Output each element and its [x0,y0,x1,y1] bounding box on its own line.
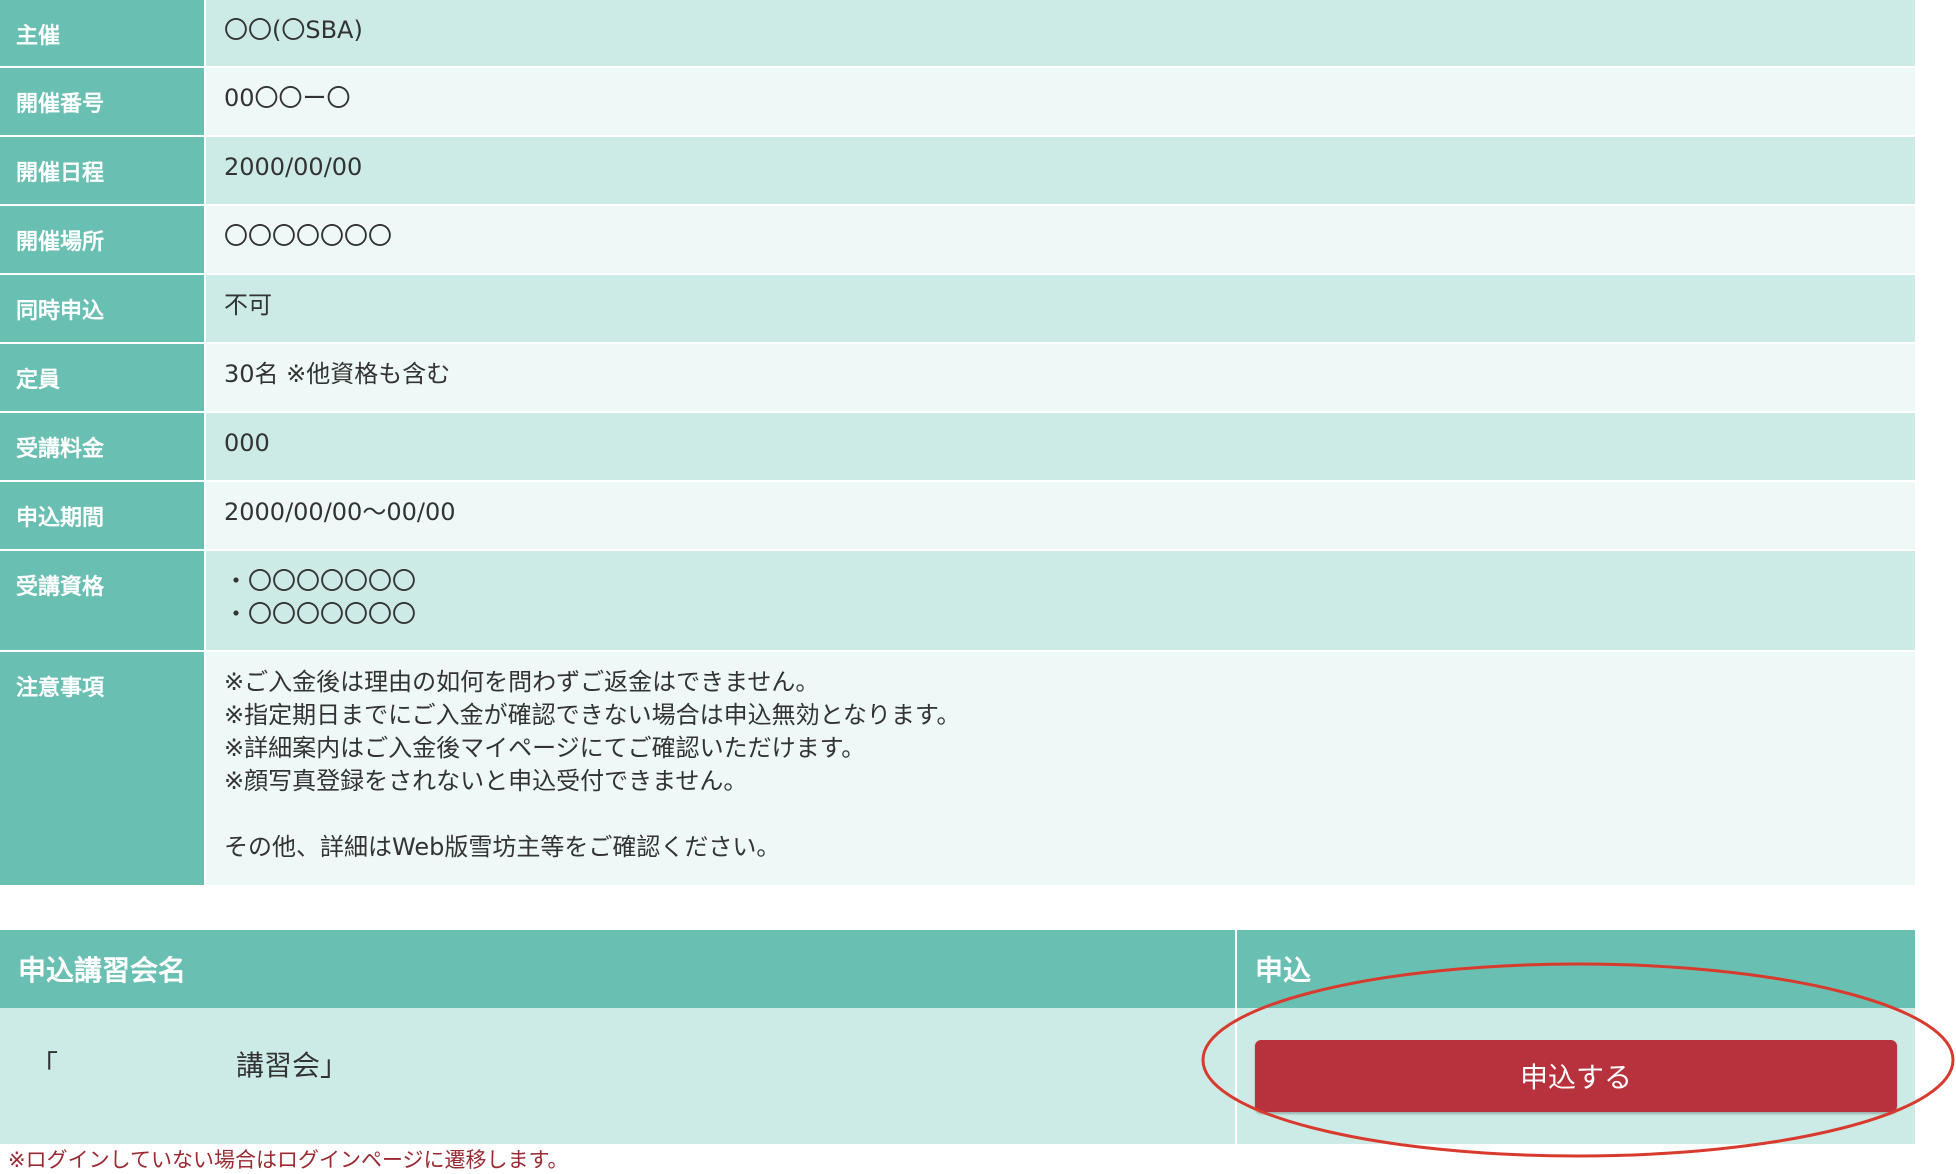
apply-button[interactable]: 申込する [1255,1040,1897,1112]
detail-row-schedule: 開催日程 2000/00/00 [0,136,1915,205]
apply-table: 申込講習会名 申込 「 講習会」 申込する [0,930,1915,1144]
detail-label: 同時申込 [0,274,206,343]
detail-line: ※顔写真登録をされないと申込受付できません。 [224,767,748,795]
detail-row-qualification: 受講資格 ・〇〇〇〇〇〇〇 ・〇〇〇〇〇〇〇 [0,550,1915,651]
detail-value: 00〇〇ー〇 [205,67,1915,136]
detail-value: ※ご入金後は理由の如何を問わずご返金はできません。 ※指定期日までにご入金が確認… [205,651,1915,886]
detail-label: 開催番号 [0,67,206,136]
detail-label: 受講資格 [0,550,206,651]
detail-line: 00〇〇ー〇 [224,84,351,112]
apply-cell: 申込する [1236,1008,1915,1144]
detail-line: ・〇〇〇〇〇〇〇 [224,567,416,595]
detail-line: 不可 [224,291,272,319]
detail-line: ※詳細案内はご入金後マイページにてご確認いただけます。 [224,734,866,762]
apply-table-header: 申込講習会名 申込 [0,930,1915,1008]
detail-value: 30名 ※他資格も含む [205,343,1915,412]
course-name: 「 講習会」 [0,1008,1237,1144]
detail-label: 定員 [0,343,206,412]
detail-label: 開催場所 [0,205,206,274]
detail-value: 〇〇〇〇〇〇〇 [205,205,1915,274]
detail-line: ​ [224,798,1915,831]
detail-line: 〇〇〇〇〇〇〇 [224,222,392,250]
detail-row-organizer: 主催 〇〇(〇SBA) [0,0,1915,67]
detail-value: ・〇〇〇〇〇〇〇 ・〇〇〇〇〇〇〇 [205,550,1915,651]
detail-line: ※ご入金後は理由の如何を問わずご返金はできません。 [224,668,820,696]
detail-row-notes: 注意事項 ※ご入金後は理由の如何を問わずご返金はできません。 ※指定期日までにご… [0,651,1915,886]
detail-label: 受講料金 [0,412,206,481]
apply-table-row: 「 講習会」 申込する [0,1008,1915,1144]
detail-label: 申込期間 [0,481,206,550]
detail-line: 30名 ※他資格も含む [224,360,451,388]
detail-value: 2000/00/00〜00/00 [205,481,1915,550]
detail-line: ・〇〇〇〇〇〇〇 [224,600,416,628]
event-details-table: 主催 〇〇(〇SBA) 開催番号 00〇〇ー〇 開催日程 2000/00/00 … [0,0,1915,887]
detail-value: 2000/00/00 [205,136,1915,205]
detail-value: 000 [205,412,1915,481]
detail-row-apply-period: 申込期間 2000/00/00〜00/00 [0,481,1915,550]
detail-label: 開催日程 [0,136,206,205]
header-apply: 申込 [1236,930,1915,1008]
detail-line: 〇〇(〇SBA) [224,16,363,44]
header-course-name: 申込講習会名 [0,930,1237,1008]
detail-line: 2000/00/00〜00/00 [224,498,456,526]
detail-row-capacity: 定員 30名 ※他資格も含む [0,343,1915,412]
detail-line: その他、詳細はWeb版雪坊主等をご確認ください。 [224,833,781,861]
detail-row-simultaneous-apply: 同時申込 不可 [0,274,1915,343]
detail-row-event-number: 開催番号 00〇〇ー〇 [0,67,1915,136]
detail-value: 〇〇(〇SBA) [205,0,1915,67]
detail-label: 注意事項 [0,651,206,886]
detail-row-fee: 受講料金 000 [0,412,1915,481]
detail-value: 不可 [205,274,1915,343]
detail-line: 2000/00/00 [224,153,363,181]
login-note: ※ログインしていない場合はログインページに遷移します。 [8,1148,569,1172]
detail-line: 000 [224,429,270,457]
detail-line: ※指定期日までにご入金が確認できない場合は申込無効となります。 [224,701,961,729]
detail-row-venue: 開催場所 〇〇〇〇〇〇〇 [0,205,1915,274]
detail-label: 主催 [0,0,206,67]
